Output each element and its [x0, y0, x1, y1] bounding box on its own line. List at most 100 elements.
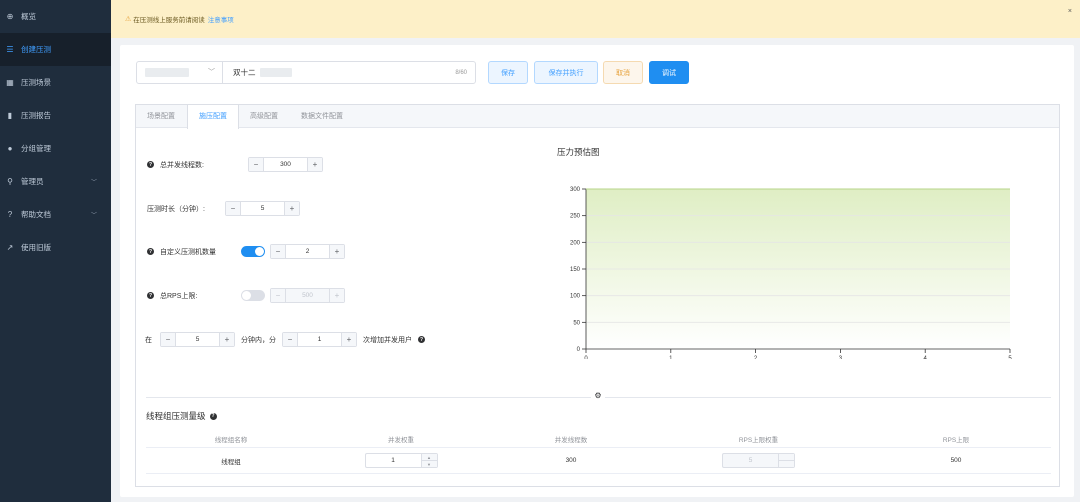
chart-title: 压力预估图: [557, 147, 600, 157]
rps-limit-value[interactable]: 500: [286, 292, 329, 299]
decrement-button[interactable]: −: [271, 245, 286, 258]
y-tick-label: 300: [570, 187, 581, 193]
save-and-run-button[interactable]: 保存并执行: [534, 61, 598, 84]
tab-advanced-config[interactable]: 高级配置: [239, 105, 290, 128]
y-tick-label: 100: [570, 294, 581, 300]
thread-group-title-text: 线程组压测量级: [146, 411, 206, 421]
rps-limit-stepper: − 500 +: [270, 288, 345, 303]
x-tick-label: 3: [839, 356, 843, 359]
help-icon[interactable]: ?: [209, 412, 217, 420]
tab-scene-config[interactable]: 场景配置: [136, 105, 187, 128]
decrement-button[interactable]: −: [249, 158, 264, 171]
close-icon[interactable]: ×: [1068, 8, 1072, 15]
x-tick-label: 2: [754, 356, 758, 359]
cancel-button[interactable]: 取消: [603, 61, 643, 84]
thread-group-table: 线程组名称 并发权重 并发线程数 RPS上限权重 RPS上限 线程组 1 ▲ ▼: [146, 430, 1051, 474]
help-icon[interactable]: ?: [147, 161, 154, 168]
redacted-text: [259, 68, 292, 77]
decrement-button[interactable]: −: [283, 333, 298, 346]
grid-icon: ▦: [6, 78, 14, 87]
decrement-button[interactable]: −: [226, 202, 241, 215]
machines-value[interactable]: 2: [286, 248, 329, 255]
nav-scenarios[interactable]: ▦ 压测场景: [0, 66, 111, 99]
increment-button[interactable]: +: [307, 158, 322, 171]
notice-text: 在压测线上服务前请阅读: [133, 17, 205, 24]
ramp-minutes-stepper: − 5 +: [160, 332, 235, 347]
duration-label: 压测时长（分钟）:: [147, 205, 205, 213]
scenario-type-select[interactable]: ﹀: [137, 62, 223, 83]
chevron-down-icon: ﹀: [208, 69, 215, 76]
nav-overview[interactable]: ⊕ 概览: [0, 0, 111, 33]
nav-admin[interactable]: ⚲ 管理员 ﹀: [0, 165, 111, 198]
ramp-minutes-value[interactable]: 5: [176, 336, 219, 343]
duration-row: 压测时长（分钟）: − 5 +: [147, 201, 300, 216]
custom-machines-switch[interactable]: [241, 246, 265, 257]
total-threads-stepper: − 300 +: [248, 157, 323, 172]
y-tick-label: 0: [577, 347, 581, 353]
chevron-down-icon: ﹀: [91, 213, 98, 219]
increment-button[interactable]: +: [219, 333, 234, 346]
table-row: 线程组 1 ▲ ▼ 300 5 500: [146, 448, 1051, 474]
nav-label: 管理员: [21, 177, 44, 186]
char-count: 8/60: [455, 69, 467, 76]
rps-weight-stepper[interactable]: 5: [722, 453, 795, 468]
scenario-name-bar: ﹀ 双十二 8/60: [136, 61, 476, 84]
help-icon[interactable]: ?: [147, 292, 154, 299]
nav-old-version[interactable]: ↗ 使用旧版: [0, 231, 111, 264]
warning-icon: ⚠: [125, 16, 132, 23]
config-tabs: 场景配置 施压配置 高级配置 数据文件配置: [136, 105, 1059, 129]
increment-button[interactable]: +: [329, 245, 344, 258]
chevron-down-icon[interactable]: ▼: [421, 460, 437, 467]
decrement-button[interactable]: −: [161, 333, 176, 346]
save-button[interactable]: 保存: [488, 61, 528, 84]
nav-create-test[interactable]: ☰ 创建压测: [0, 33, 111, 66]
scenario-name-input[interactable]: 双十二: [223, 67, 455, 78]
notice-link[interactable]: 注意事项: [208, 14, 234, 24]
notice-bar: ⚠ 在压测线上服务前请阅读 注意事项 ×: [111, 0, 1080, 38]
weight-value[interactable]: 1: [366, 454, 421, 467]
ramp-steps-value[interactable]: 1: [298, 336, 341, 343]
ramp-prefix: 在: [145, 336, 152, 344]
total-threads-value[interactable]: 300: [264, 161, 307, 168]
admin-icon: ⚲: [7, 177, 13, 186]
rps-weight-value[interactable]: 5: [723, 454, 778, 467]
rps-limit-switch[interactable]: [241, 290, 265, 301]
duration-stepper: − 5 +: [225, 201, 300, 216]
gear-icon[interactable]: ⚙: [591, 391, 605, 403]
weight-cell: 1 ▲ ▼: [316, 453, 486, 468]
column-header: RPS上限: [942, 436, 970, 444]
column-header: 并发线程数: [554, 436, 588, 444]
x-tick-label: 1: [669, 356, 673, 359]
duration-value[interactable]: 5: [241, 205, 284, 212]
debug-button[interactable]: 调试: [649, 61, 689, 84]
table-header: 线程组名称 并发权重 并发线程数 RPS上限权重 RPS上限: [146, 430, 1051, 448]
scenario-name-value: 双十二: [233, 68, 256, 77]
nav-help-docs[interactable]: ? 帮助文档 ﹀: [0, 198, 111, 231]
rps-weight-arrows: [778, 454, 794, 467]
bar-chart-icon: ▮: [7, 111, 13, 120]
total-threads-label: 总并发线程数:: [160, 161, 204, 169]
dashboard-icon: ⊕: [6, 12, 14, 21]
nav-groups[interactable]: ● 分组管理: [0, 132, 111, 165]
user-icon: ●: [7, 144, 13, 153]
y-tick-label: 50: [573, 320, 580, 326]
ramp-suffix: 次增加并发用户: [363, 336, 412, 344]
nav-reports[interactable]: ▮ 压测报告: [0, 99, 111, 132]
section-divider: ⚙: [146, 391, 1051, 403]
tab-data-file-config[interactable]: 数据文件配置: [290, 105, 355, 128]
tab-load-config[interactable]: 施压配置: [187, 105, 239, 129]
help-icon[interactable]: ?: [418, 336, 425, 343]
help-icon[interactable]: ?: [147, 248, 154, 255]
total-threads-row: ? 总并发线程数: − 300 +: [147, 157, 323, 172]
main-panel: ﹀ 双十二 8/60 保存 保存并执行 取消 调试 场景配置 施压配置 高级配置…: [120, 45, 1074, 497]
increment-button[interactable]: +: [329, 289, 344, 302]
switch-knob: [242, 291, 251, 300]
increment-button[interactable]: +: [284, 202, 299, 215]
custom-machines-label: 自定义压测机数量: [160, 248, 216, 256]
increment-button[interactable]: +: [341, 333, 356, 346]
rps-limit-label: 总RPS上限:: [160, 292, 198, 300]
chevron-down-icon[interactable]: [779, 460, 794, 467]
decrement-button[interactable]: −: [271, 289, 286, 302]
weight-stepper[interactable]: 1 ▲ ▼: [364, 453, 438, 468]
column-header: RPS上限权重: [738, 436, 779, 444]
